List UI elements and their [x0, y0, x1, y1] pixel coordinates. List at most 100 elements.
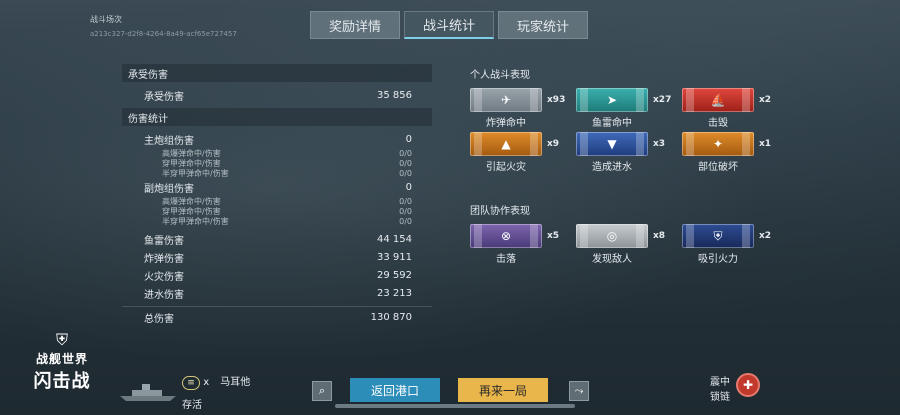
search-button[interactable]: ⌕	[312, 381, 332, 401]
medal-flooding[interactable]: ▼ x3 造成进水	[576, 132, 682, 173]
personal-medals: ✈ x93 炸弹命中 ➤ x27 鱼雷命中 ⛵ x2 击毁 ▲ x9 引起火灾 …	[470, 88, 772, 173]
medal-label: 引起火灾	[486, 162, 526, 173]
tab-battle-stats[interactable]: 战斗统计	[404, 11, 494, 39]
fire-icon: ▲	[501, 137, 511, 151]
medal-ribbon: ⛵	[682, 88, 754, 112]
medal-count: x1	[759, 139, 772, 149]
row-value: 130 870	[370, 312, 412, 323]
medal-label: 部位破坏	[698, 162, 738, 173]
medal-kills[interactable]: ⛵ x2 击毁	[682, 88, 772, 129]
secondary-battery-row: 副炮组伤害 0	[122, 178, 432, 196]
row-label: 承受伤害	[144, 91, 184, 103]
row-value: 0/0	[399, 148, 412, 158]
battle-label: 战斗场次	[90, 15, 122, 24]
medal-count: x5	[547, 231, 560, 241]
sub-row: 穿甲弹命中/伤害 0/0	[122, 206, 432, 216]
reward-line2: 锁链	[710, 392, 730, 403]
row-value: 0	[405, 133, 412, 145]
medal-module-damage[interactable]: ✦ x1 部位破坏	[682, 132, 772, 173]
row-value: 33 911	[377, 251, 412, 263]
team-section: 团队协作表现 ⊗ x5 击落 ◎ x8 发现敌人 ⛨ x2 吸引火力	[470, 200, 772, 265]
sub-row: 穿甲弹命中/伤害 0/0	[122, 158, 432, 168]
rank-badge-icon: ≡	[182, 376, 200, 390]
player-rank: x	[203, 377, 210, 388]
tab-rewards[interactable]: 奖励详情	[310, 11, 400, 39]
medal-ribbon: ▼	[576, 132, 648, 156]
received-damage-header: 承受伤害	[122, 64, 432, 82]
torpedo-damage-row: 鱼雷伤害 44 154	[122, 230, 432, 248]
tab-bar: 奖励详情 战斗统计 玩家统计	[310, 11, 588, 39]
medal-ribbon: ◎	[576, 224, 648, 248]
radar-icon: ◎	[606, 229, 618, 243]
crosshair-icon: ⊗	[500, 229, 512, 243]
row-value: 0/0	[399, 168, 412, 178]
player-name: 马耳他	[220, 377, 251, 388]
sub-row: 半穿甲弹命中/伤害 0/0	[122, 168, 432, 178]
medal-label: 击毁	[708, 118, 728, 129]
share-icon: ⤳	[574, 384, 584, 397]
damage-panel: 承受伤害 承受伤害 35 856 伤害统计 主炮组伤害 0 高爆弹命中/伤害 0/…	[122, 64, 432, 328]
medal-tanked-fire[interactable]: ⛨ x2 吸引火力	[682, 224, 772, 265]
tank-fire-icon: ⛨	[713, 228, 723, 243]
medal-count: x3	[653, 139, 666, 149]
team-performance-title: 团队协作表现	[470, 205, 530, 217]
medal-count: x9	[547, 139, 560, 149]
row-value: 29 592	[377, 269, 412, 281]
medal-count: x8	[653, 231, 666, 241]
main-battery-row: 主炮组伤害 0	[122, 130, 432, 148]
tab-player-stats[interactable]: 玩家统计	[498, 11, 588, 39]
home-indicator	[335, 404, 575, 408]
row-label: 总伤害	[144, 314, 174, 325]
row-value: 0	[405, 181, 412, 193]
row-value: 0/0	[399, 158, 412, 168]
row-label: 火灾伤害	[144, 271, 184, 283]
shield-logo-icon: ⛨	[55, 330, 68, 349]
logo-line2: 闪击战	[33, 371, 91, 392]
gift-icon: ✚	[736, 373, 760, 397]
bomb-damage-row: 炸弹伤害 33 911	[122, 248, 432, 266]
total-damage-row: 总伤害 130 870	[122, 306, 432, 328]
medal-count: x27	[653, 95, 672, 105]
row-label: 鱼雷伤害	[144, 235, 184, 247]
row-label: 炸弹伤害	[144, 253, 184, 265]
ship-sinking-icon: ⛵	[710, 93, 726, 107]
flooding-damage-row: 进水伤害 23 213	[122, 284, 432, 302]
personal-performance-title: 个人战斗表现	[470, 69, 530, 81]
fire-damage-row: 火灾伤害 29 592	[122, 266, 432, 284]
medal-label: 发现敌人	[592, 254, 632, 265]
return-port-button[interactable]: 返回港口	[350, 378, 440, 402]
row-label: 进水伤害	[144, 289, 184, 301]
row-value: 44 154	[377, 233, 412, 245]
row-label: 半穿甲弹命中/伤害	[162, 168, 229, 178]
sub-row: 高爆弹命中/伤害 0/0	[122, 196, 432, 206]
reward-line1: 震中	[710, 377, 730, 388]
row-label: 主炮组伤害	[144, 135, 194, 147]
medal-label: 击落	[496, 254, 516, 265]
share-button[interactable]: ⤳	[569, 381, 589, 401]
bomb-icon: ✈	[500, 93, 512, 107]
medal-ribbon: ⛨	[682, 224, 754, 248]
row-value: 0/0	[399, 196, 412, 206]
medal-torpedo-hits[interactable]: ➤ x27 鱼雷命中	[576, 88, 682, 129]
row-value: 23 213	[377, 287, 412, 299]
logo-line1: 战舰世界	[35, 352, 88, 366]
flooding-icon: ▼	[607, 137, 617, 151]
search-icon: ⌕	[318, 384, 326, 397]
player-status: 存活	[182, 400, 202, 411]
torpedo-icon: ➤	[606, 93, 618, 107]
medal-label: 炸弹命中	[486, 118, 526, 129]
medal-label: 鱼雷命中	[592, 118, 632, 129]
row-value: 35 856	[377, 89, 412, 101]
medal-count: x2	[759, 231, 772, 241]
reward-item[interactable]: 震中 锁链 ✚	[710, 373, 760, 403]
medal-spotted[interactable]: ◎ x8 发现敌人	[576, 224, 682, 265]
medal-bomb-hits[interactable]: ✈ x93 炸弹命中	[470, 88, 576, 129]
medal-fires[interactable]: ▲ x9 引起火灾	[470, 132, 576, 173]
medal-ribbon: ➤	[576, 88, 648, 112]
medal-count: x2	[759, 95, 772, 105]
medal-shot-down[interactable]: ⊗ x5 击落	[470, 224, 576, 265]
row-label: 副炮组伤害	[144, 183, 194, 195]
medal-ribbon: ▲	[470, 132, 542, 156]
received-damage-row: 承受伤害 35 856	[122, 86, 432, 104]
play-again-button[interactable]: 再来一局	[458, 378, 548, 402]
